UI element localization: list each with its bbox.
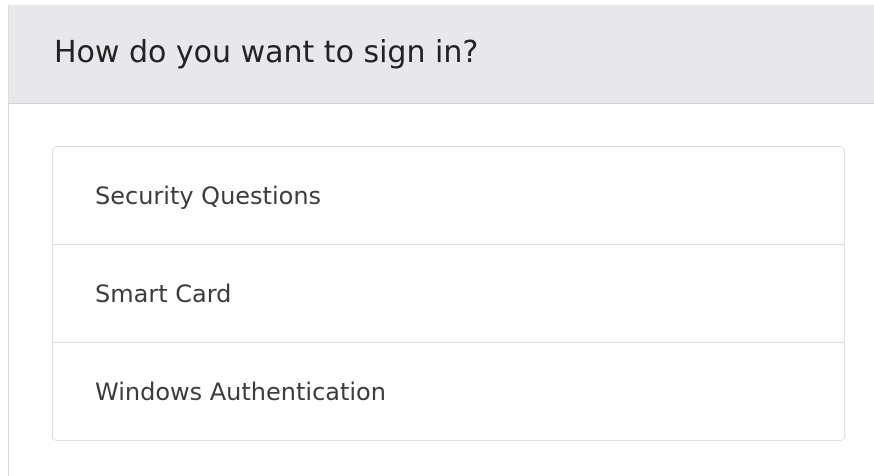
option-label: Smart Card [95, 279, 232, 308]
sign-in-panel: How do you want to sign in? Security Que… [8, 5, 874, 476]
sign-in-options-list: Security Questions Smart Card Windows Au… [52, 146, 845, 441]
page-title: How do you want to sign in? [54, 35, 479, 70]
option-windows-authentication[interactable]: Windows Authentication [53, 343, 844, 440]
panel-header: How do you want to sign in? [9, 5, 874, 104]
option-security-questions[interactable]: Security Questions [53, 147, 844, 245]
option-label: Security Questions [95, 181, 322, 210]
option-label: Windows Authentication [95, 378, 386, 406]
option-smart-card[interactable]: Smart Card [53, 245, 844, 343]
